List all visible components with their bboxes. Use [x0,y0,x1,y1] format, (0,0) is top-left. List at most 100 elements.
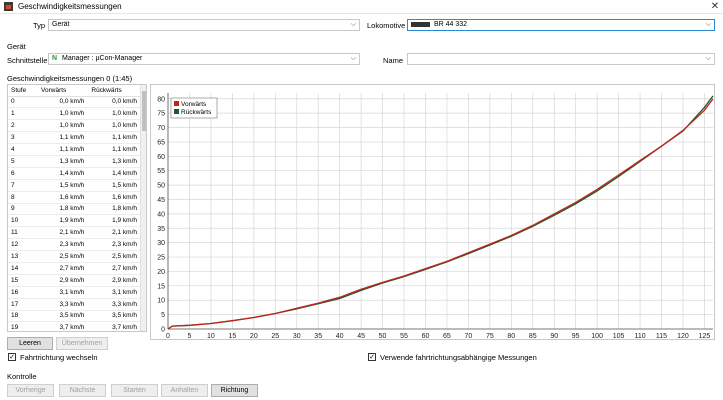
table-row[interactable]: 4 1,1 km/h 1,1 km/h [8,143,141,156]
vorherige-button[interactable]: Vorherige [7,384,54,397]
cell-stufe: 15 [8,274,38,287]
manager-badge-icon: N [52,55,58,62]
y-tick-label: 80 [157,96,165,103]
legend-label-vorwaerts: Vorwärts [181,101,207,108]
column-header-vorwaerts: Vorwärts [38,85,89,97]
cell-vorwaerts: 1,0 km/h [38,119,89,133]
name-select[interactable]: ⌵ [407,53,715,65]
x-tick-label: 55 [400,333,408,339]
schnittstelle-select[interactable]: N Manager : µCon-Manager ⌵ [48,53,360,65]
cell-vorwaerts: 1,1 km/h [38,143,89,156]
y-tick-label: 30 [157,240,165,247]
typ-select[interactable]: Gerät ⌵ [48,19,360,31]
cell-stufe: 8 [8,191,38,204]
cell-stufe: 18 [8,310,38,323]
cell-rueckwaerts: 3,5 km/h [88,310,141,323]
cell-rueckwaerts: 1,0 km/h [88,107,141,121]
series-line-rueckwaerts [167,95,714,330]
table-row[interactable]: 16 3,1 km/h 3,1 km/h [8,286,141,299]
typ-value: Gerät [52,21,70,28]
cell-stufe: 4 [8,143,38,156]
table-row[interactable]: 6 1,4 km/h 1,4 km/h [8,167,141,180]
title-bar: Geschwindigkeitsmessungen ✕ [0,0,723,14]
table-row[interactable]: 13 2,5 km/h 2,5 km/h [8,250,141,263]
y-tick-label: 15 [157,283,165,290]
schnittstelle-value: Manager : µCon-Manager [62,55,143,62]
table-row[interactable]: 2 1,0 km/h 1,0 km/h [8,119,141,133]
table-row[interactable]: 14 2,7 km/h 2,7 km/h [8,262,141,275]
cell-vorwaerts: 3,1 km/h [38,286,89,299]
x-tick-label: 85 [529,333,537,339]
table-row[interactable]: 18 3,5 km/h 3,5 km/h [8,310,141,323]
cell-stufe: 2 [8,119,38,133]
table-row[interactable]: 0 0,0 km/h 0,0 km/h [8,96,141,109]
cell-stufe: 17 [8,298,38,311]
cell-vorwaerts: 1,0 km/h [38,107,89,121]
cell-vorwaerts: 0,0 km/h [38,96,89,109]
x-tick-label: 125 [699,333,711,339]
richtung-button[interactable]: Richtung [211,384,258,397]
x-tick-label: 15 [228,333,236,339]
uebernehmen-button[interactable]: Übernehmen [56,337,108,350]
chevron-down-icon: ⌵ [350,21,356,28]
starten-button[interactable]: Starten [111,384,158,397]
cell-rueckwaerts: 2,3 km/h [88,238,141,252]
fahrtrichtung-wechseln-checkbox[interactable]: ✓ [8,353,16,361]
table-row[interactable]: 15 2,9 km/h 2,9 km/h [8,274,141,287]
anhalten-button[interactable]: Anhalten [161,384,208,397]
cell-stufe: 9 [8,203,38,216]
lokomotive-select[interactable]: BR 44 332 ⌵ [407,19,715,31]
x-tick-label: 60 [422,333,430,339]
y-tick-label: 10 [157,298,165,305]
x-tick-label: 105 [613,333,625,339]
table-row[interactable]: 10 1,9 km/h 1,9 km/h [8,214,141,228]
close-icon[interactable]: ✕ [708,0,722,14]
x-tick-label: 70 [464,333,472,339]
scrollbar-thumb[interactable] [142,91,146,131]
y-tick-label: 75 [157,111,165,118]
cell-vorwaerts: 2,9 km/h [38,274,89,287]
table-row[interactable]: 19 3,7 km/h 3,7 km/h [8,321,141,331]
x-tick-label: 115 [656,333,667,339]
cell-stufe: 6 [8,167,38,180]
table-row[interactable]: 7 1,5 km/h 1,5 km/h [8,179,141,192]
table-row[interactable]: 1 1,0 km/h 1,0 km/h [8,107,141,121]
cell-rueckwaerts: 1,8 km/h [88,203,141,216]
table-row[interactable]: 5 1,3 km/h 1,3 km/h [8,155,141,168]
table-row[interactable]: 11 2,1 km/h 2,1 km/h [8,226,141,240]
y-tick-label: 45 [157,197,165,204]
cell-vorwaerts: 3,3 km/h [38,298,89,311]
cell-rueckwaerts: 1,4 km/h [88,167,141,180]
x-tick-label: 35 [314,333,322,339]
cell-rueckwaerts: 1,5 km/h [88,179,141,192]
richtungsabhaengig-label: Verwende fahrtrichtungsabhängige Messung… [380,353,537,362]
cell-rueckwaerts: 1,1 km/h [88,143,141,156]
cell-rueckwaerts: 2,5 km/h [88,250,141,263]
table-row[interactable]: 12 2,3 km/h 2,3 km/h [8,238,141,252]
lokomotive-label: Lokomotive [367,21,406,30]
cell-stufe: 0 [8,96,38,109]
x-tick-label: 45 [357,333,365,339]
naechste-button[interactable]: Nächste [59,384,106,397]
x-tick-label: 80 [507,333,515,339]
measurements-table[interactable]: Stufe Vorwärts Rückwärts 0 0,0 km/h 0,0 km… [7,84,147,332]
x-tick-label: 100 [591,333,603,339]
cell-vorwaerts: 1,5 km/h [38,179,89,192]
typ-label: Typ [33,21,46,30]
schnittstelle-label: Schnittstelle [7,56,48,65]
table-scrollbar[interactable] [140,85,146,331]
table-row[interactable]: 17 3,3 km/h 3,3 km/h [8,298,141,311]
x-tick-label: 95 [572,333,580,339]
legend-label-rueckwaerts: Rückwärts [181,109,212,116]
table-row[interactable]: 3 1,1 km/h 1,1 km/h [8,131,141,145]
cell-vorwaerts: 3,7 km/h [38,321,89,331]
x-tick-label: 30 [293,333,301,339]
richtungsabhaengig-checkbox[interactable]: ✓ [368,353,376,361]
column-header-rueckwaerts: Rückwärts [88,85,141,97]
table-row[interactable]: 8 1,6 km/h 1,6 km/h [8,191,141,204]
x-tick-label: 75 [486,333,494,339]
table-row[interactable]: 9 1,8 km/h 1,8 km/h [8,203,141,216]
leeren-button[interactable]: Leeren [7,337,53,350]
cell-rueckwaerts: 2,9 km/h [88,274,141,287]
speed-chart: 0 5 10 15 20 25 30 35 40 45 50 55 60 65 70 75 80 85 90 95 10… [150,84,715,340]
